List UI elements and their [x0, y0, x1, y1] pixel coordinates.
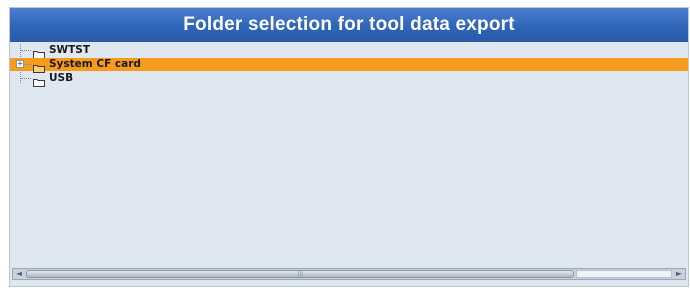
- horizontal-scrollbar[interactable]: ◄ ||| ►: [12, 268, 686, 280]
- folder-tree: SWTST + System CF card USB: [10, 42, 688, 262]
- tree-item-label: SWTST: [49, 44, 91, 56]
- scroll-right-arrow-icon[interactable]: ►: [673, 269, 685, 279]
- folder-icon: [33, 60, 45, 73]
- tree-branch-line: [21, 50, 31, 51]
- expand-icon[interactable]: +: [16, 60, 24, 68]
- screen: Folder selection for tool data export SW…: [0, 0, 690, 293]
- scroll-left-arrow-icon[interactable]: ◄: [13, 269, 25, 279]
- scrollbar-thumb[interactable]: |||: [26, 270, 574, 278]
- folder-icon: [33, 46, 45, 59]
- tree-item-usb[interactable]: USB: [10, 72, 688, 87]
- folder-icon: [33, 74, 45, 87]
- tree-branch-line: [21, 78, 31, 79]
- tree-item-swtst[interactable]: SWTST: [10, 44, 688, 59]
- scrollbar-track[interactable]: [576, 270, 672, 278]
- scrollbar-grip-icon: |||: [296, 271, 304, 277]
- folder-selection-dialog: Folder selection for tool data export SW…: [9, 7, 689, 287]
- tree-item-label: USB: [49, 72, 74, 84]
- tree-item-label: System CF card: [49, 58, 141, 70]
- dialog-title: Folder selection for tool data export: [10, 8, 688, 42]
- tree-item-system-cf-card[interactable]: + System CF card: [10, 58, 688, 73]
